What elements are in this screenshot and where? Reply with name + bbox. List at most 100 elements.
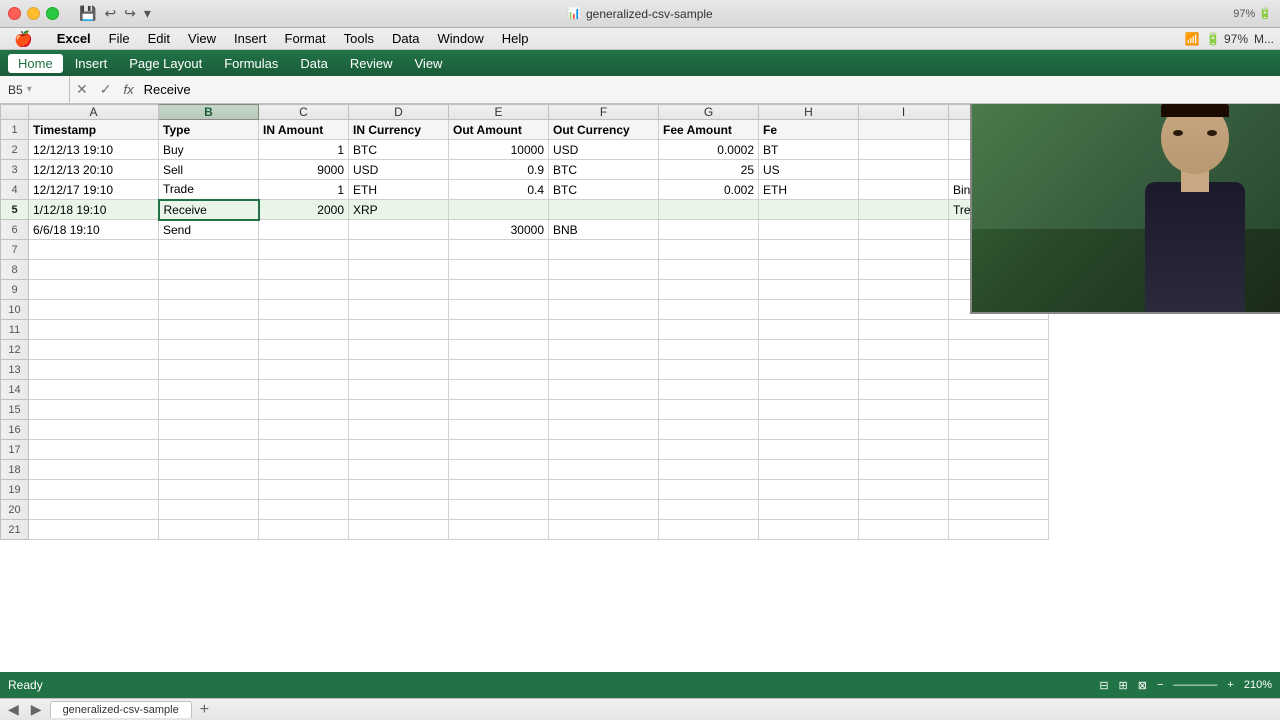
cell-h15[interactable] <box>759 400 859 420</box>
cell-c12[interactable] <box>259 340 349 360</box>
cell-c13[interactable] <box>259 360 349 380</box>
cell-f6[interactable]: BNB <box>549 220 659 240</box>
cell-b14[interactable] <box>159 380 259 400</box>
cell-h13[interactable] <box>759 360 859 380</box>
sheet-tab-main[interactable]: generalized-csv-sample <box>50 701 192 718</box>
cell-a3[interactable]: 12/12/13 20:10 <box>29 160 159 180</box>
cell-f8[interactable] <box>549 260 659 280</box>
menu-tools[interactable]: Tools <box>336 30 382 47</box>
cell-d14[interactable] <box>349 380 449 400</box>
maximize-button[interactable] <box>46 7 59 20</box>
view-page-break-icon[interactable]: ⊠ <box>1138 679 1147 692</box>
row-num-10[interactable]: 10 <box>1 300 29 320</box>
row-num-16[interactable]: 16 <box>1 420 29 440</box>
cell-d9[interactable] <box>349 280 449 300</box>
formula-value[interactable]: Receive <box>140 82 1280 97</box>
row-num-7[interactable]: 7 <box>1 240 29 260</box>
cell-c1[interactable]: IN Amount <box>259 120 349 140</box>
cell-d3[interactable]: USD <box>349 160 449 180</box>
cell-c8[interactable] <box>259 260 349 280</box>
row-num-19[interactable]: 19 <box>1 480 29 500</box>
cell-j18[interactable] <box>949 460 1049 480</box>
cell-c6[interactable] <box>259 220 349 240</box>
cell-e4[interactable]: 0.4 <box>449 180 549 200</box>
cell-e9[interactable] <box>449 280 549 300</box>
cell-g9[interactable] <box>659 280 759 300</box>
cell-j12[interactable] <box>949 340 1049 360</box>
cell-e5[interactable] <box>449 200 549 220</box>
cell-d19[interactable] <box>349 480 449 500</box>
confirm-formula-button[interactable]: ✓ <box>94 76 118 103</box>
cell-h8[interactable] <box>759 260 859 280</box>
row-num-13[interactable]: 13 <box>1 360 29 380</box>
cell-g2[interactable]: 0.0002 <box>659 140 759 160</box>
cell-d18[interactable] <box>349 460 449 480</box>
cell-b3[interactable]: Sell <box>159 160 259 180</box>
cell-i19[interactable] <box>859 480 949 500</box>
row-num-1[interactable]: 1 <box>1 120 29 140</box>
row-num-5[interactable]: 5 <box>1 200 29 220</box>
cell-f10[interactable] <box>549 300 659 320</box>
cell-i2[interactable] <box>859 140 949 160</box>
cell-d21[interactable] <box>349 520 449 540</box>
col-header-e[interactable]: E <box>449 105 549 120</box>
cancel-formula-button[interactable]: ✕ <box>70 76 94 103</box>
cell-i15[interactable] <box>859 400 949 420</box>
cell-d17[interactable] <box>349 440 449 460</box>
menu-window[interactable]: Window <box>430 30 492 47</box>
col-header-c[interactable]: C <box>259 105 349 120</box>
cell-reference-box[interactable]: B5 ▾ <box>0 76 70 103</box>
view-normal-icon[interactable]: ⊟ <box>1099 679 1108 692</box>
cell-f20[interactable] <box>549 500 659 520</box>
cell-c10[interactable] <box>259 300 349 320</box>
menu-format[interactable]: Format <box>277 30 334 47</box>
tab-page-layout[interactable]: Page Layout <box>119 54 212 73</box>
cell-e7[interactable] <box>449 240 549 260</box>
cell-h11[interactable] <box>759 320 859 340</box>
col-header-f[interactable]: F <box>549 105 659 120</box>
cell-j14[interactable] <box>949 380 1049 400</box>
cell-d16[interactable] <box>349 420 449 440</box>
cell-g6[interactable] <box>659 220 759 240</box>
cell-h17[interactable] <box>759 440 859 460</box>
row-num-18[interactable]: 18 <box>1 460 29 480</box>
cell-g15[interactable] <box>659 400 759 420</box>
cell-b1[interactable]: Type <box>159 120 259 140</box>
zoom-minus-icon[interactable]: − <box>1157 679 1163 691</box>
corner-select-all[interactable] <box>1 105 29 120</box>
cell-f9[interactable] <box>549 280 659 300</box>
cell-i14[interactable] <box>859 380 949 400</box>
cell-c5[interactable]: 2000 <box>259 200 349 220</box>
cell-h12[interactable] <box>759 340 859 360</box>
cell-g4[interactable]: 0.002 <box>659 180 759 200</box>
cell-h2[interactable]: BT <box>759 140 859 160</box>
cell-d8[interactable] <box>349 260 449 280</box>
tab-data[interactable]: Data <box>290 54 337 73</box>
cell-g17[interactable] <box>659 440 759 460</box>
row-num-12[interactable]: 12 <box>1 340 29 360</box>
cell-g12[interactable] <box>659 340 759 360</box>
cell-g18[interactable] <box>659 460 759 480</box>
cell-f2[interactable]: USD <box>549 140 659 160</box>
cell-a20[interactable] <box>29 500 159 520</box>
cell-e12[interactable] <box>449 340 549 360</box>
cell-d10[interactable] <box>349 300 449 320</box>
cell-d13[interactable] <box>349 360 449 380</box>
scroll-sheet-right-icon[interactable]: ▶ <box>27 701 46 718</box>
cell-d4[interactable]: ETH <box>349 180 449 200</box>
cell-c3[interactable]: 9000 <box>259 160 349 180</box>
cell-b16[interactable] <box>159 420 259 440</box>
cell-f7[interactable] <box>549 240 659 260</box>
cell-a17[interactable] <box>29 440 159 460</box>
cell-c21[interactable] <box>259 520 349 540</box>
cell-g11[interactable] <box>659 320 759 340</box>
cell-e20[interactable] <box>449 500 549 520</box>
cell-b10[interactable] <box>159 300 259 320</box>
cell-e15[interactable] <box>449 400 549 420</box>
cell-i16[interactable] <box>859 420 949 440</box>
cell-i9[interactable] <box>859 280 949 300</box>
cell-a5[interactable]: 1/12/18 19:10 <box>29 200 159 220</box>
cell-b7[interactable] <box>159 240 259 260</box>
cell-e14[interactable] <box>449 380 549 400</box>
cell-e6[interactable]: 30000 <box>449 220 549 240</box>
